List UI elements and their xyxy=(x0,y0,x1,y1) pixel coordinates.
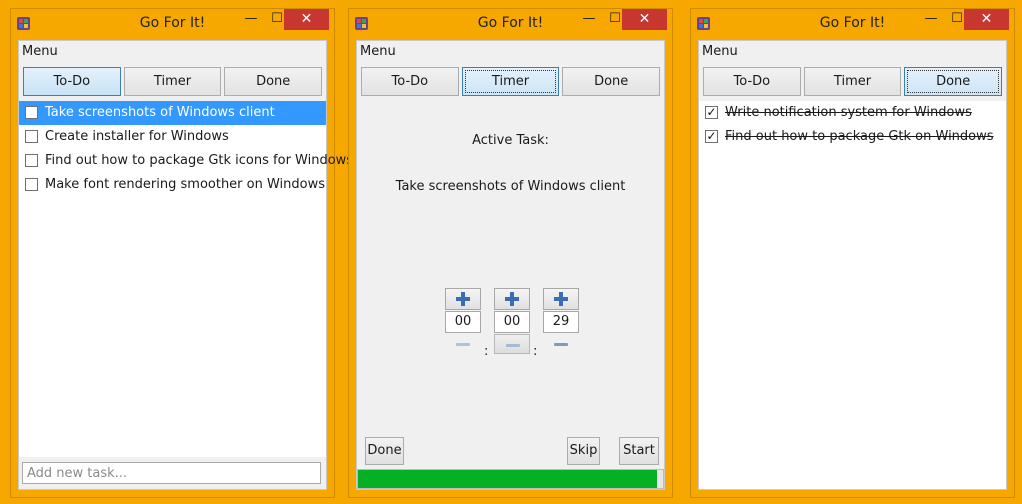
hours-value[interactable]: 00 xyxy=(445,311,481,333)
task-list: Take screenshots of Windows client Creat… xyxy=(19,101,353,457)
window-client: Menu To-Do Timer Done Take screenshots o… xyxy=(18,40,353,490)
hours-decrement-button[interactable] xyxy=(445,334,481,354)
close-icon: ✕ xyxy=(638,11,651,27)
task-row[interactable]: Take screenshots of Windows client xyxy=(19,101,326,125)
window-client: Menu To-Do Timer Done Active Task: Take … xyxy=(356,40,665,490)
tab-done[interactable]: Done xyxy=(562,67,661,96)
seconds-increment-button[interactable] xyxy=(543,288,579,310)
hours-spinner: 00 xyxy=(445,288,481,354)
tab-done[interactable]: Done xyxy=(904,67,1003,96)
start-button[interactable]: Start xyxy=(619,437,659,465)
checkmark-icon: ✓ xyxy=(706,105,717,119)
task-label: Take screenshots of Windows client xyxy=(45,105,275,120)
timer-progress-bar xyxy=(357,469,664,489)
checkmark-icon: ✓ xyxy=(706,129,717,143)
maximize-icon: ☐ xyxy=(951,11,963,26)
done-button[interactable]: Done xyxy=(365,437,404,465)
menu-button[interactable]: Menu xyxy=(19,41,326,63)
minimize-button[interactable]: — xyxy=(238,9,264,30)
tab-todo[interactable]: To-Do xyxy=(23,67,121,96)
title-bar[interactable]: Go For It! — ☐ ✕ xyxy=(11,9,334,41)
plus-icon xyxy=(554,292,568,306)
timer-window: Go For It! — ☐ ✕ Menu To-Do Timer Done A… xyxy=(348,8,673,498)
add-task-input[interactable] xyxy=(22,462,321,484)
time-separator: : xyxy=(484,344,489,359)
progress-fill xyxy=(358,470,657,488)
done-task-row[interactable]: ✓ Find out how to package Gtk on Windows xyxy=(699,125,1006,149)
minutes-decrement-button[interactable] xyxy=(494,334,530,354)
window-client: Menu To-Do Timer Done ✓ Write notificati… xyxy=(698,40,1007,490)
task-checkbox[interactable] xyxy=(25,130,38,143)
done-task-list: ✓ Write notification system for Windows … xyxy=(699,101,1006,489)
menu-button[interactable]: Menu xyxy=(357,41,664,63)
active-task-heading: Active Task: xyxy=(472,133,549,148)
seconds-spinner: 29 xyxy=(543,288,579,354)
tab-timer[interactable]: Timer xyxy=(803,67,902,96)
minimize-icon: — xyxy=(582,11,596,26)
minutes-value[interactable]: 00 xyxy=(494,311,530,333)
hours-increment-button[interactable] xyxy=(445,288,481,310)
tab-timer[interactable]: Timer xyxy=(123,67,222,96)
minimize-icon: — xyxy=(924,11,938,26)
task-label: Create installer for Windows xyxy=(45,129,229,144)
menu-button[interactable]: Menu xyxy=(699,41,1006,63)
task-row[interactable]: Make font rendering smoother on Windows xyxy=(19,173,326,197)
task-row[interactable]: Create installer for Windows xyxy=(19,125,326,149)
minimize-icon: — xyxy=(244,11,258,26)
seconds-decrement-button[interactable] xyxy=(543,334,579,354)
tab-bar: To-Do Timer Done xyxy=(703,67,1003,97)
task-checkbox[interactable] xyxy=(25,154,38,167)
minus-icon xyxy=(506,344,520,347)
title-bar[interactable]: Go For It! — ☐ ✕ xyxy=(349,9,672,41)
close-button[interactable]: ✕ xyxy=(622,9,667,30)
done-window: Go For It! — ☐ ✕ Menu To-Do Timer Done ✓… xyxy=(690,8,1015,498)
task-checkbox[interactable] xyxy=(25,106,38,119)
close-button[interactable]: ✕ xyxy=(284,9,329,30)
maximize-icon: ☐ xyxy=(609,11,621,26)
plus-icon xyxy=(456,292,470,306)
task-label: Find out how to package Gtk icons for Wi… xyxy=(45,153,354,168)
close-icon: ✕ xyxy=(300,11,313,27)
task-label: Make font rendering smoother on Windows xyxy=(45,177,326,192)
task-checkbox[interactable]: ✓ xyxy=(705,106,718,119)
todo-window: Go For It! — ☐ ✕ Menu To-Do Timer Done T… xyxy=(10,8,353,498)
close-icon: ✕ xyxy=(980,11,993,27)
task-row[interactable]: Find out how to package Gtk icons for Wi… xyxy=(19,149,353,173)
minutes-increment-button[interactable] xyxy=(494,288,530,310)
tab-timer[interactable]: Timer xyxy=(461,67,560,96)
task-checkbox[interactable]: ✓ xyxy=(705,130,718,143)
task-label: Write notification system for Windows xyxy=(725,105,972,120)
tab-todo[interactable]: To-Do xyxy=(703,67,801,96)
tab-done[interactable]: Done xyxy=(224,67,323,96)
done-task-row[interactable]: ✓ Write notification system for Windows xyxy=(699,101,1006,125)
seconds-value[interactable]: 29 xyxy=(543,311,579,333)
minus-icon xyxy=(554,343,568,346)
close-button[interactable]: ✕ xyxy=(964,9,1009,30)
minimize-button[interactable]: — xyxy=(576,9,602,30)
maximize-icon: ☐ xyxy=(271,11,283,26)
task-checkbox[interactable] xyxy=(25,178,38,191)
active-task-name: Take screenshots of Windows client xyxy=(395,179,626,194)
minus-icon xyxy=(456,343,470,346)
minutes-spinner: 00 xyxy=(494,288,530,354)
title-bar[interactable]: Go For It! — ☐ ✕ xyxy=(691,9,1014,41)
minimize-button[interactable]: — xyxy=(918,9,944,30)
time-separator: : xyxy=(533,344,538,359)
tab-bar: To-Do Timer Done xyxy=(361,67,661,97)
tab-todo[interactable]: To-Do xyxy=(361,67,459,96)
tab-bar: To-Do Timer Done xyxy=(23,67,323,97)
task-label: Find out how to package Gtk on Windows xyxy=(725,129,994,144)
skip-button[interactable]: Skip xyxy=(567,437,600,465)
plus-icon xyxy=(505,292,519,306)
